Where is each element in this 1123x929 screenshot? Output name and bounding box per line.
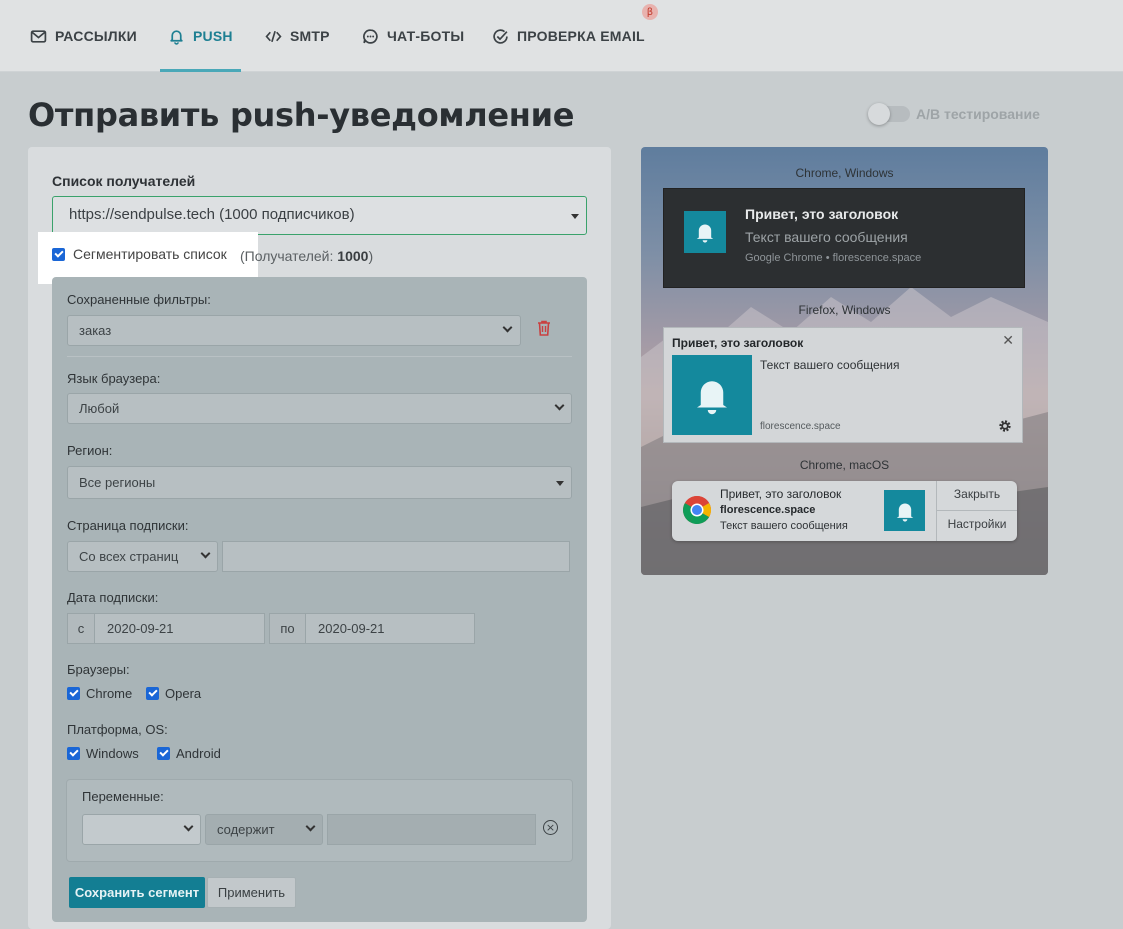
gear-icon[interactable] <box>998 419 1012 433</box>
bell-icon <box>696 224 714 243</box>
code-icon <box>265 30 282 42</box>
recipients-label: Список получателей <box>52 173 196 189</box>
chrome-macos-notification[interactable]: Привет, это заголовок florescence.space … <box>672 481 1017 541</box>
tab-email-verification[interactable]: ПРОВЕРКА EMAIL <box>492 0 645 72</box>
subscription-page-input[interactable] <box>222 541 570 572</box>
date-to-prefix: по <box>269 613 306 644</box>
notification-icon <box>884 490 925 531</box>
recipient-list-value: https://sendpulse.tech (1000 подписчиков… <box>69 206 355 223</box>
check-circle-icon <box>493 28 508 44</box>
checkbox[interactable] <box>157 747 170 760</box>
notification-domain: florescence.space <box>720 504 816 516</box>
browser-language-label: Язык браузера: <box>67 371 161 386</box>
tab-mailings[interactable]: РАССЫЛКИ <box>30 0 137 72</box>
platform-windows-checkbox[interactable]: Windows <box>67 746 139 761</box>
browsers-label: Браузеры: <box>67 662 130 677</box>
segment-label: Сегментировать список <box>73 246 227 262</box>
checkbox[interactable] <box>67 687 80 700</box>
page-title: Отправить push-уведомление <box>28 96 575 134</box>
notification-icon <box>672 355 752 435</box>
region-label: Регион: <box>67 443 113 458</box>
variables-label: Переменные: <box>82 789 164 804</box>
mail-icon <box>30 29 47 43</box>
tab-label: РАССЫЛКИ <box>55 28 137 44</box>
tab-label: ПРОВЕРКА EMAIL <box>517 28 645 44</box>
platform-label: Платформа, OS: <box>67 722 168 737</box>
notification-message: Текст вашего сообщения <box>720 520 848 532</box>
firefox-windows-notification[interactable]: Привет, это заголовок ✕ Текст вашего соо… <box>663 327 1023 443</box>
caret-down-icon <box>556 481 564 486</box>
notification-domain: florescence.space <box>760 421 841 432</box>
date-to-input[interactable]: 2020-09-21 <box>305 613 475 644</box>
settings-button[interactable]: Настройки <box>937 517 1017 531</box>
divider <box>67 356 572 357</box>
region-select[interactable]: Все регионы <box>67 466 572 499</box>
browser-chrome-checkbox[interactable]: Chrome <box>67 686 132 701</box>
segment-checkbox-row[interactable]: Сегментировать список <box>52 246 227 262</box>
tab-smtp[interactable]: SMTP <box>265 0 330 72</box>
notification-source: Google Chrome • florescence.space <box>745 252 922 264</box>
date-from-input[interactable]: 2020-09-21 <box>94 613 265 644</box>
checkbox[interactable] <box>146 687 159 700</box>
chrome-logo-icon <box>683 496 711 524</box>
chat-icon <box>363 28 378 44</box>
variable-select[interactable] <box>82 814 201 845</box>
notification-message: Текст вашего сообщения <box>745 229 908 245</box>
checkbox[interactable] <box>67 747 80 760</box>
browser-opera-label: Opera <box>165 686 202 701</box>
saved-filters-select[interactable]: заказ <box>67 315 521 346</box>
firefox-windows-label: Firefox, Windows <box>798 303 891 317</box>
segment-checkbox[interactable] <box>52 247 65 261</box>
saved-filters-label: Сохраненные фильтры: <box>67 292 211 307</box>
notification-title: Привет, это заголовок <box>672 336 804 350</box>
apply-button[interactable]: Применить <box>207 877 296 908</box>
browser-chrome-label: Chrome <box>86 686 133 701</box>
caret-down-icon <box>571 214 579 219</box>
tab-push[interactable]: PUSH <box>160 0 241 72</box>
date-from-prefix: с <box>67 613 95 644</box>
chrome-windows-label: Chrome, Windows <box>795 166 894 180</box>
notification-message: Текст вашего сообщения <box>760 358 900 372</box>
notification-preview: Chrome, Windows Привет, это заголовок Те… <box>641 147 1048 575</box>
bell-icon <box>170 29 183 45</box>
tab-chatbots[interactable]: ЧАТ-БОТЫ <box>362 0 464 72</box>
ab-testing-toggle[interactable]: А/В тестирование <box>868 103 1040 125</box>
divider <box>937 510 1017 511</box>
operator-select[interactable]: содержит <box>205 814 323 845</box>
subscription-date-label: Дата подписки: <box>67 590 159 605</box>
notification-title: Привет, это заголовок <box>745 206 899 222</box>
notification-icon <box>684 211 726 253</box>
save-segment-button[interactable]: Сохранить сегмент <box>69 877 205 908</box>
tab-label: ЧАТ-БОТЫ <box>387 28 465 44</box>
tab-label: SMTP <box>290 28 330 44</box>
tab-label: PUSH <box>193 28 233 44</box>
beta-badge: β <box>642 4 658 20</box>
recipient-list-select[interactable]: https://sendpulse.tech (1000 подписчиков… <box>52 196 587 235</box>
close-icon[interactable]: ✕ <box>1002 333 1014 349</box>
segment-count-value: 1000 <box>337 248 369 264</box>
platform-android-checkbox[interactable]: Android <box>157 746 221 761</box>
subscription-page-label: Страница подписки: <box>67 518 189 533</box>
close-button[interactable]: Закрыть <box>937 487 1017 501</box>
platform-android-label: Android <box>176 746 221 761</box>
segment-count: (Получателей: 1000) <box>240 248 374 264</box>
browser-language-select[interactable]: Любой <box>67 393 572 424</box>
top-navigation: РАССЫЛКИ PUSH SMTP ЧАТ-БОТЫ ПРОВЕРКА EMA… <box>0 0 1123 72</box>
variable-value-input[interactable] <box>327 814 536 845</box>
subscription-page-select[interactable]: Со всех страниц <box>67 541 218 572</box>
ab-testing-label: А/В тестирование <box>916 106 1040 122</box>
browser-opera-checkbox[interactable]: Opera <box>146 686 201 701</box>
platform-windows-label: Windows <box>86 746 139 761</box>
notification-title: Привет, это заголовок <box>720 487 842 501</box>
bell-icon <box>896 502 913 522</box>
trash-icon[interactable] <box>537 320 551 336</box>
clear-icon[interactable]: × <box>543 820 558 835</box>
toggle-switch[interactable] <box>868 103 910 125</box>
chrome-windows-notification[interactable]: Привет, это заголовок Текст вашего сообщ… <box>663 188 1025 288</box>
bell-icon <box>697 381 727 415</box>
chrome-macos-label: Chrome, macOS <box>799 458 890 472</box>
